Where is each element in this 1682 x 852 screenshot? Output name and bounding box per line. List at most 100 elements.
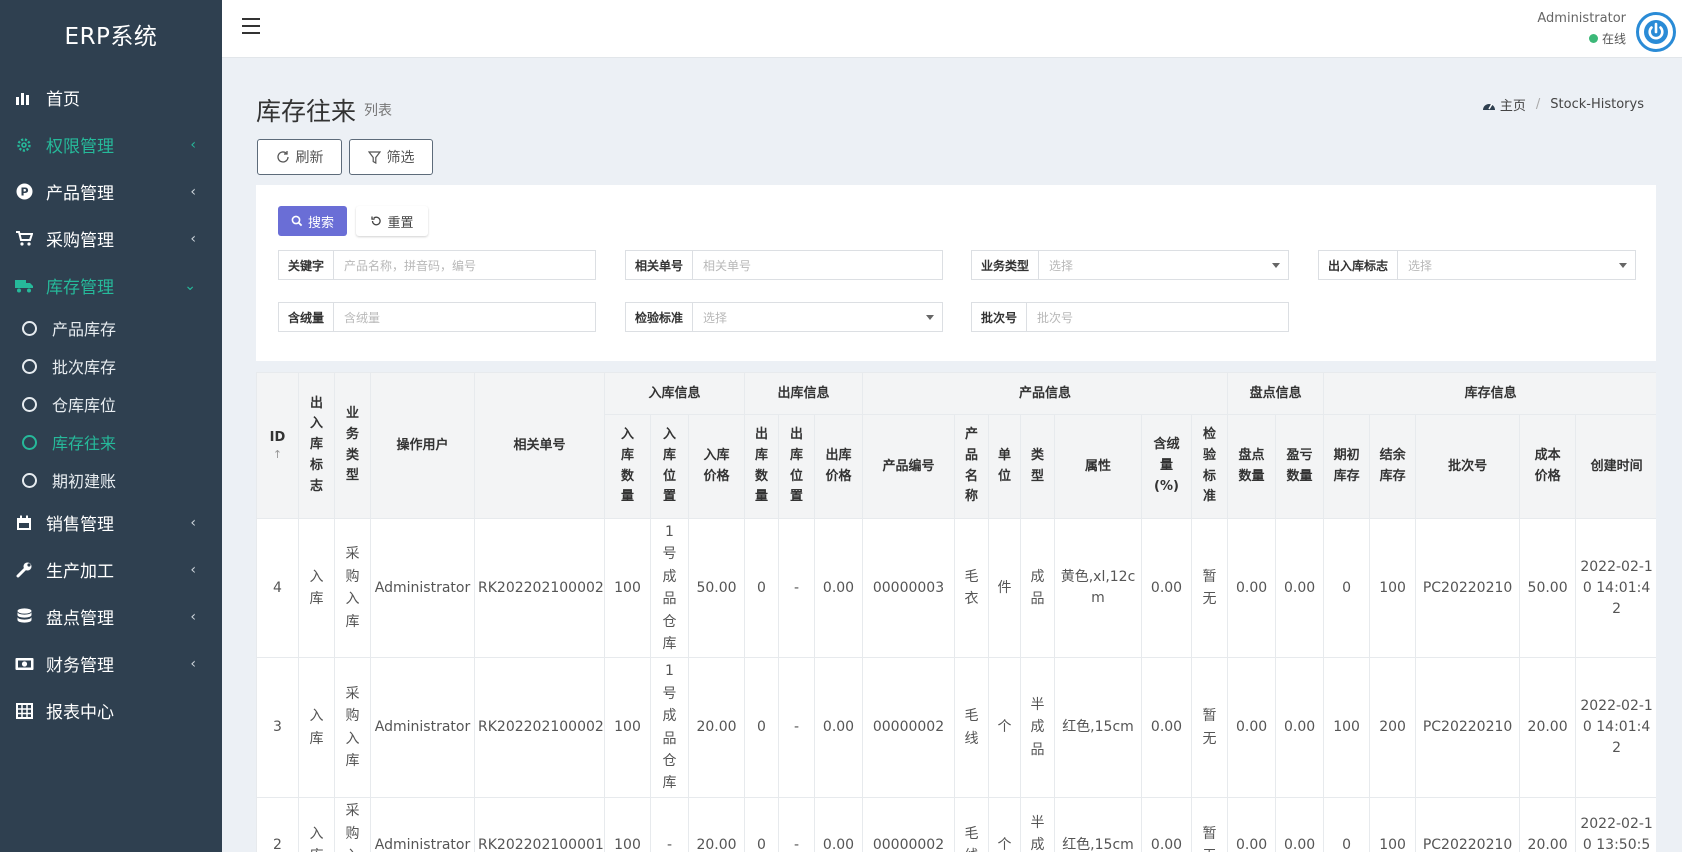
cell-id: 2 — [256, 796, 299, 852]
dashboard-icon — [1482, 103, 1495, 110]
table-row[interactable]: 3 入库 采购入库 Administrator RK202202100002 100 1号成… — [256, 657, 1656, 798]
inspect-input[interactable]: 选择 — [693, 303, 942, 331]
sidebar-subitem-stock-history[interactable]: 库存往来 — [0, 423, 222, 461]
sidebar-item-home[interactable]: 首页 — [0, 74, 222, 121]
sidebar-subitem-batch-stock[interactable]: 批次库存 — [0, 347, 222, 385]
search-button[interactable]: 搜索 — [278, 206, 347, 236]
chevron-left-icon: ‹ — [190, 655, 196, 672]
batch-field[interactable]: 批次号 批次号 — [971, 302, 1289, 332]
keyword-field[interactable]: 关键字 产品名称，拼音码，编号 — [278, 250, 596, 280]
cell-io-flag: 入库 — [298, 657, 335, 798]
cell-id: 3 — [256, 657, 299, 798]
th-attr: 属性 — [1054, 414, 1142, 519]
cell-inspect: 暂无 — [1190, 657, 1229, 798]
th-check-qty: 盘点数量 — [1227, 414, 1277, 519]
cell-batch-no: PC20220210 — [1415, 517, 1521, 659]
th-io-flag: 出入库标志 — [298, 372, 335, 519]
sidebar-item-label: 产品管理 — [46, 184, 114, 204]
cell-check-qty: 0.00 — [1227, 517, 1277, 659]
reset-button[interactable]: 重置 — [356, 206, 428, 236]
velvet-field[interactable]: 含绒量 含绒量 — [278, 302, 596, 332]
batch-input[interactable]: 批次号 — [1027, 303, 1288, 331]
filter-panel: 搜索 重置 关键字 产品名称，拼音码，编号 相关单号 相关单号 业务类型 选择 … — [256, 185, 1656, 361]
sidebar-subitem-product-stock[interactable]: 产品库存 — [0, 309, 222, 347]
sidebar-item-products[interactable]: P 产品管理 ‹ — [0, 168, 222, 215]
cell-operator: Administrator — [370, 657, 475, 798]
filter-button[interactable]: 筛选 — [349, 139, 433, 175]
chevron-left-icon: ‹ — [190, 514, 196, 531]
cell-inspect: 暂无 — [1190, 517, 1229, 659]
calendar-icon — [14, 513, 34, 533]
cell-cost: 50.00 — [1519, 517, 1577, 659]
th-unit: 单位 — [988, 414, 1021, 519]
sidebar-item-permissions[interactable]: 权限管理 ‹ — [0, 121, 222, 168]
io-flag-label: 出入库标志 — [1319, 251, 1399, 279]
velvet-label: 含绒量 — [279, 303, 335, 331]
cell-balance: 100 — [1369, 517, 1417, 659]
sidebar-item-label: 销售管理 — [46, 515, 114, 535]
cell-attr: 红色,15cm — [1054, 657, 1142, 798]
sidebar-item-finance[interactable]: 财务管理 ‹ — [0, 640, 222, 687]
inspect-value: 选择 — [703, 310, 728, 325]
money-icon — [14, 654, 34, 674]
search-label: 搜索 — [307, 215, 334, 231]
sidebar-subitem-warehouse-location[interactable]: 仓库库位 — [0, 385, 222, 423]
avatar[interactable] — [1636, 12, 1676, 52]
th-id[interactable]: ID ↑ — [256, 372, 299, 519]
sidebar-item-sales[interactable]: 销售管理 ‹ — [0, 499, 222, 546]
batch-label: 批次号 — [972, 303, 1028, 331]
sidebar-item-inventory[interactable]: 库存管理 ⌄ — [0, 262, 222, 309]
truck-icon — [14, 276, 34, 296]
table-row[interactable]: 2入库采购入库AdministratorRK202202100001100-20… — [256, 796, 1656, 852]
cell-type: 半成品 — [1020, 657, 1055, 798]
inspect-select[interactable]: 检验标准 选择 — [625, 302, 943, 332]
ref-no-field[interactable]: 相关单号 相关单号 — [625, 250, 943, 280]
cell-in-price: 50.00 — [688, 517, 745, 659]
power-icon — [1644, 20, 1668, 44]
table-row[interactable]: 4 入库 采购入库 Administrator RK202202100002 100 1号成… — [256, 517, 1656, 659]
chevron-left-icon: ‹ — [190, 608, 196, 625]
sidebar-item-production[interactable]: 生产加工 ‹ — [0, 546, 222, 593]
menu-toggle-icon[interactable] — [242, 18, 260, 34]
io-flag-select[interactable]: 出入库标志 选择 — [1318, 250, 1636, 280]
cell-product-name: 毛线 — [954, 796, 989, 852]
th-balance: 结余库存 — [1369, 414, 1417, 519]
velvet-input[interactable]: 含绒量 — [334, 303, 595, 331]
breadcrumb: 主页 / Stock-Historys — [1482, 95, 1644, 114]
cell-product-code: 00000003 — [862, 517, 955, 659]
inspect-label: 检验标准 — [626, 303, 694, 331]
search-icon — [291, 215, 303, 227]
biz-type-select[interactable]: 业务类型 选择 — [971, 250, 1289, 280]
sidebar-subitem-label: 仓库库位 — [52, 396, 117, 415]
sidebar-item-reports[interactable]: 报表中心 — [0, 687, 222, 734]
cell-attr: 红色,15cm — [1054, 796, 1142, 852]
cell-in-qty: 100 — [604, 796, 651, 852]
sidebar-subitem-opening-balance[interactable]: 期初建账 — [0, 461, 222, 499]
th-out-price: 出库价格 — [814, 414, 863, 519]
cell-id: 4 — [256, 517, 299, 659]
refresh-button[interactable]: 刷新 — [257, 139, 342, 175]
th-batch-no: 批次号 — [1415, 414, 1521, 519]
th-in-qty: 入库数量 — [604, 414, 651, 519]
circle-icon — [22, 396, 37, 412]
sidebar-item-stocktake[interactable]: 盘点管理 ‹ — [0, 593, 222, 640]
biz-type-input[interactable]: 选择 — [1039, 251, 1288, 279]
sidebar-item-purchase[interactable]: 采购管理 ‹ — [0, 215, 222, 262]
sidebar-subitem-label: 库存往来 — [52, 434, 117, 453]
ref-no-input[interactable]: 相关单号 — [693, 251, 942, 279]
caret-down-icon — [1272, 263, 1280, 268]
breadcrumb-home[interactable]: 主页 — [1482, 95, 1526, 114]
cell-cost: 20.00 — [1519, 796, 1577, 852]
top-header: Administrator 在线 — [222, 0, 1682, 58]
th-group-in: 入库信息 — [604, 372, 745, 415]
keyword-input[interactable]: 产品名称，拼音码，编号 — [334, 251, 595, 279]
cell-open-stock: 0 — [1323, 517, 1371, 659]
sidebar-subitem-label: 批次库存 — [52, 358, 117, 377]
filter-icon — [367, 150, 381, 164]
circle-icon — [22, 472, 37, 488]
io-flag-input[interactable]: 选择 — [1398, 251, 1635, 279]
cell-check-qty: 0.00 — [1227, 657, 1277, 798]
circle-icon — [22, 434, 37, 450]
th-in-loc: 入库位置 — [650, 414, 689, 519]
user-name[interactable]: Administrator — [1537, 11, 1626, 26]
